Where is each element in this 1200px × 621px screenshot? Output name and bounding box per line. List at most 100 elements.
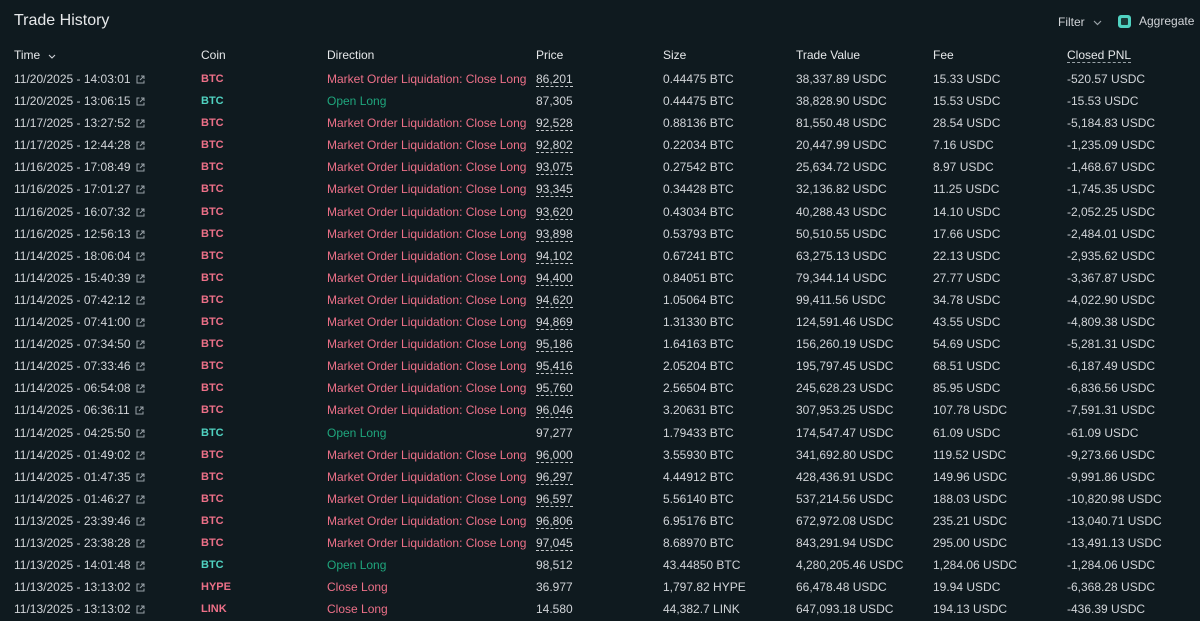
external-link-icon[interactable]	[136, 312, 145, 327]
aggregate-label: Aggregate	[1139, 14, 1195, 28]
trade-coin[interactable]: BTC	[201, 444, 224, 466]
external-link-icon[interactable]	[136, 113, 145, 128]
external-link-icon[interactable]	[135, 400, 144, 415]
trade-coin[interactable]: BTC	[201, 68, 224, 90]
trade-fee: 149.96 USDC	[933, 469, 1008, 484]
trade-time[interactable]: 11/14/2025 - 07:41:00	[14, 311, 145, 333]
trade-coin[interactable]: BTC	[201, 333, 224, 355]
trade-time[interactable]: 11/13/2025 - 23:38:28	[14, 532, 145, 554]
trade-price: 95,416	[536, 359, 573, 375]
external-link-icon[interactable]	[136, 91, 145, 106]
external-link-icon[interactable]	[136, 599, 145, 614]
trade-coin[interactable]: BTC	[201, 510, 224, 532]
column-header-time[interactable]: Time	[14, 48, 56, 62]
trade-coin[interactable]: BTC	[201, 267, 224, 289]
trade-coin[interactable]: BTC	[201, 245, 224, 267]
filter-dropdown[interactable]: Filter	[1058, 15, 1102, 29]
external-link-icon[interactable]	[136, 577, 145, 592]
trade-price: 95,186	[536, 337, 573, 353]
trade-time[interactable]: 11/14/2025 - 01:46:27	[14, 488, 145, 510]
trade-coin[interactable]: HYPE	[201, 576, 231, 598]
trade-time[interactable]: 11/14/2025 - 06:54:08	[14, 377, 145, 399]
aggregate-toggle[interactable]: Aggregate	[1118, 14, 1194, 28]
trade-coin[interactable]: BTC	[201, 311, 224, 333]
trade-size: 4.44912 BTC	[663, 469, 734, 484]
external-link-icon[interactable]	[136, 202, 145, 217]
trade-coin[interactable]: BTC	[201, 156, 224, 178]
external-link-icon[interactable]	[136, 135, 145, 150]
trade-time[interactable]: 11/14/2025 - 07:42:12	[14, 289, 145, 311]
trade-direction: Market Order Liquidation: Close Long	[327, 72, 527, 86]
external-link-icon[interactable]	[136, 467, 145, 482]
external-link-icon[interactable]	[136, 69, 145, 84]
external-link-icon[interactable]	[136, 378, 145, 393]
trade-time[interactable]: 11/16/2025 - 12:56:13	[14, 223, 145, 245]
trade-value: 124,591.46 USDC	[796, 315, 894, 330]
external-link-icon[interactable]	[136, 356, 145, 371]
external-link-icon[interactable]	[136, 179, 145, 194]
external-link-icon[interactable]	[136, 157, 145, 172]
trade-coin[interactable]: BTC	[201, 399, 224, 421]
external-link-icon[interactable]	[136, 555, 145, 570]
trade-coin[interactable]: BTC	[201, 532, 224, 554]
trade-price: 36.977	[536, 580, 573, 595]
trade-time[interactable]: 11/13/2025 - 13:13:02	[14, 576, 145, 598]
trade-coin[interactable]: BTC	[201, 488, 224, 510]
trade-coin[interactable]: BTC	[201, 289, 224, 311]
trade-time[interactable]: 11/14/2025 - 01:47:35	[14, 466, 145, 488]
external-link-icon[interactable]	[136, 246, 145, 261]
trade-price: 93,898	[536, 226, 573, 242]
trade-coin[interactable]: BTC	[201, 554, 224, 576]
trade-time[interactable]: 11/16/2025 - 17:08:49	[14, 156, 145, 178]
external-link-icon[interactable]	[136, 423, 145, 437]
trade-time[interactable]: 11/13/2025 - 13:13:02	[14, 598, 145, 620]
trade-time[interactable]: 11/20/2025 - 14:03:01	[14, 68, 145, 90]
trade-coin[interactable]: LINK	[201, 598, 227, 620]
trade-closed-pnl: -1,745.35 USDC	[1067, 182, 1156, 197]
external-link-icon[interactable]	[136, 511, 145, 526]
trade-value: 307,953.25 USDC	[796, 403, 894, 418]
trade-coin[interactable]: BTC	[201, 90, 224, 112]
trade-time[interactable]: 11/20/2025 - 13:06:15	[14, 90, 145, 112]
trade-coin[interactable]: BTC	[201, 466, 224, 488]
trade-coin[interactable]: BTC	[201, 422, 224, 444]
trade-direction: Market Order Liquidation: Close Long	[327, 270, 527, 285]
external-link-icon[interactable]	[136, 334, 145, 349]
trade-time[interactable]: 11/14/2025 - 15:40:39	[14, 267, 145, 289]
trade-time[interactable]: 11/14/2025 - 07:33:46	[14, 355, 145, 377]
trade-time[interactable]: 11/14/2025 - 07:34:50	[14, 333, 145, 355]
trade-time[interactable]: 11/17/2025 - 13:27:52	[14, 112, 145, 134]
trade-time[interactable]: 11/13/2025 - 14:01:48	[14, 554, 145, 576]
trade-coin[interactable]: BTC	[201, 178, 224, 200]
trade-coin[interactable]: BTC	[201, 223, 224, 245]
trade-time[interactable]: 11/16/2025 - 16:07:32	[14, 201, 145, 223]
trade-coin[interactable]: BTC	[201, 134, 224, 156]
trade-time[interactable]: 11/13/2025 - 23:39:46	[14, 510, 145, 532]
trade-time[interactable]: 11/14/2025 - 06:36:11	[14, 399, 144, 421]
trade-coin[interactable]: BTC	[201, 112, 224, 134]
trade-price: 94,102	[536, 248, 573, 264]
external-link-icon[interactable]	[136, 533, 145, 548]
trade-fee: 34.78 USDC	[933, 292, 1001, 307]
table-row: 11/14/2025 - 07:34:50 BTC Market Order Liq…	[0, 333, 1200, 355]
external-link-icon[interactable]	[136, 268, 145, 283]
trade-time[interactable]: 11/14/2025 - 04:25:50	[14, 422, 145, 444]
external-link-icon[interactable]	[136, 224, 145, 239]
aggregate-checkbox[interactable]	[1118, 14, 1131, 28]
trade-value: 672,972.08 USDC	[796, 513, 894, 528]
trade-coin[interactable]: BTC	[201, 355, 224, 377]
external-link-icon[interactable]	[136, 489, 145, 504]
trade-size: 0.43034 BTC	[663, 204, 734, 219]
trade-coin[interactable]: BTC	[201, 201, 224, 223]
trade-time[interactable]: 11/16/2025 - 17:01:27	[14, 178, 145, 200]
trade-time[interactable]: 11/14/2025 - 18:06:04	[14, 245, 145, 267]
trade-direction: Market Order Liquidation: Close Long	[327, 469, 527, 484]
column-header-closed-pnl[interactable]: Closed PNL	[1067, 48, 1132, 63]
trade-time[interactable]: 11/17/2025 - 12:44:28	[14, 134, 145, 156]
trade-size: 1.31330 BTC	[663, 315, 734, 330]
trade-coin[interactable]: BTC	[201, 377, 224, 399]
trade-fee: 107.78 USDC	[933, 403, 1008, 418]
external-link-icon[interactable]	[136, 445, 145, 460]
trade-time[interactable]: 11/14/2025 - 01:49:02	[14, 444, 145, 466]
external-link-icon[interactable]	[136, 290, 145, 305]
